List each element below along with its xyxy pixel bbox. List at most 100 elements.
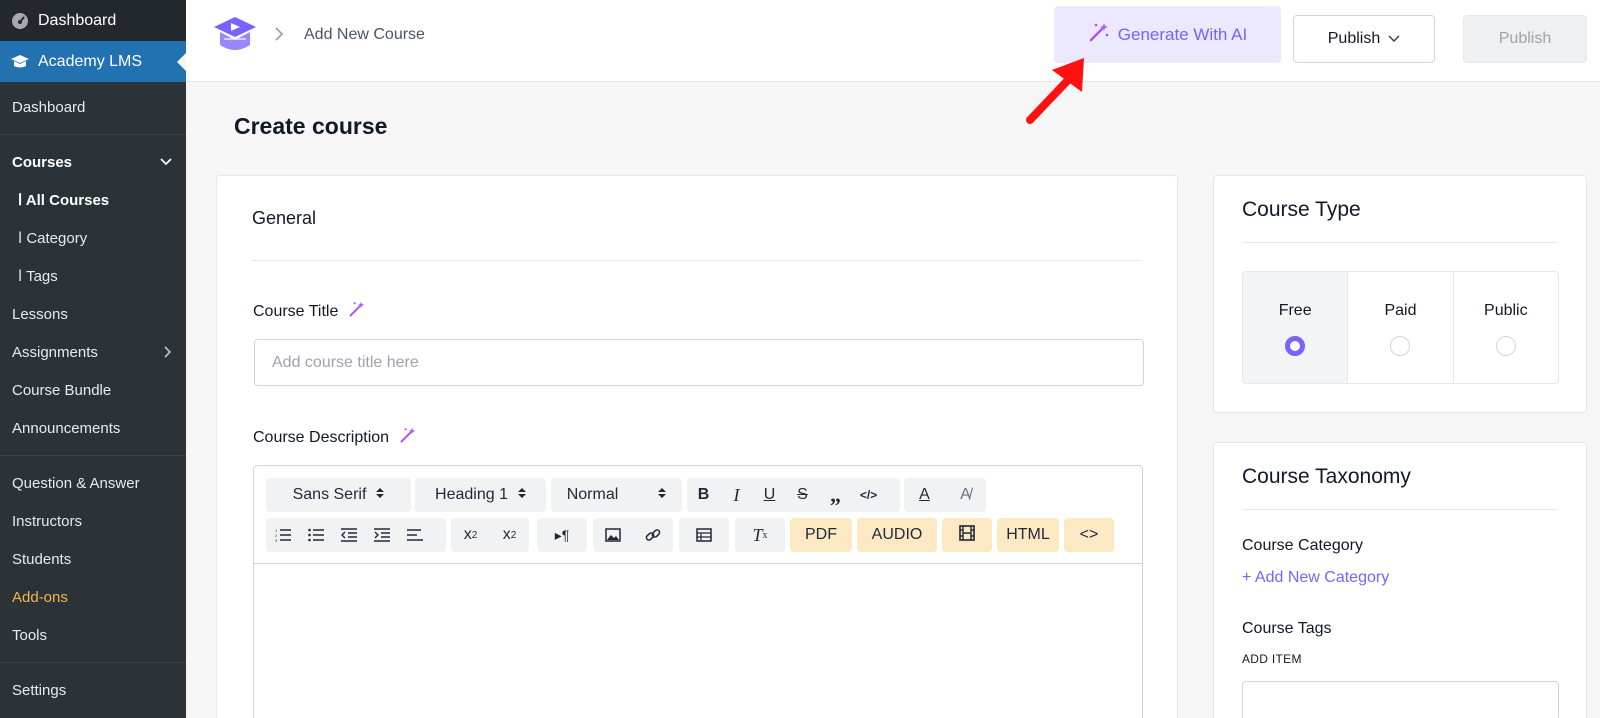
sidebar-item-course-bundle[interactable]: Course Bundle [0, 371, 186, 409]
course-type-free-label: Free [1278, 302, 1312, 319]
course-description-label: Course Description [253, 426, 417, 449]
magic-wand-icon[interactable] [348, 300, 366, 323]
sidebar-item-label: Add-ons [12, 588, 68, 606]
sidebar-item-question-answer[interactable]: Question & Answer [0, 464, 186, 502]
publish-label: Publish [1498, 30, 1552, 47]
list-group: 123 [266, 518, 446, 552]
sidebar-item-all-courses[interactable]: ⅼ All Courses [0, 181, 186, 219]
sidebar-item-announcements[interactable]: Announcements [0, 409, 186, 447]
sidebar-item-label: Lessons [12, 305, 68, 323]
superscript-icon[interactable]: x2 [490, 518, 529, 552]
bullet-list-icon[interactable] [299, 518, 332, 552]
font-family-select[interactable]: Sans Serif [266, 478, 411, 512]
generate-with-ai-button[interactable]: Generate With AI [1054, 6, 1281, 63]
magic-wand-icon[interactable] [399, 426, 417, 449]
editor-content-area[interactable] [254, 564, 1142, 718]
updown-icon [376, 486, 385, 504]
sidebar-item-instructors[interactable]: Instructors [0, 502, 186, 540]
sidebar-submenu: Dashboard Courses ⅼ All Courses ⅼ Catego… [0, 82, 186, 718]
course-type-paid[interactable]: Paid [1348, 272, 1454, 383]
italic-icon[interactable]: I [720, 478, 753, 512]
academy-logo-icon[interactable] [212, 15, 258, 57]
color-group: A A̸ [904, 478, 986, 512]
sidebar-item-label: Dashboard [12, 98, 86, 116]
text-color-icon[interactable]: A [904, 478, 945, 512]
clear-formatting-icon[interactable]: Tx [735, 518, 785, 552]
pdf-embed-button[interactable]: PDF [790, 518, 852, 552]
outdent-icon[interactable] [332, 518, 365, 552]
divider [1242, 509, 1558, 510]
heading-select[interactable]: Heading 1 [415, 478, 546, 512]
sidebar-item-lessons[interactable]: Lessons [0, 295, 186, 333]
page-title: Create course [234, 113, 388, 139]
course-title-input[interactable] [254, 339, 1144, 386]
course-tags-input[interactable] [1242, 681, 1559, 718]
sidebar-item-students[interactable]: Students [0, 540, 186, 578]
course-type-paid-label: Paid [1384, 302, 1417, 319]
indent-icon[interactable] [365, 518, 398, 552]
course-category-label: Course Category [1242, 537, 1363, 554]
graduation-cap-icon [10, 52, 30, 72]
strikethrough-icon[interactable]: S [786, 478, 819, 512]
radio-checked-icon[interactable] [1285, 336, 1306, 356]
chevron-down-icon [160, 143, 172, 181]
sidebar-item-settings[interactable]: Settings [0, 671, 186, 709]
sidebar-item-label: ⅼ Tags [18, 268, 58, 285]
html-label: HTML [1006, 526, 1050, 543]
source-code-button[interactable]: <> [1064, 518, 1114, 552]
text-direction-icon[interactable]: ▸¶ [537, 518, 587, 552]
image-icon[interactable] [593, 518, 633, 552]
sidebar-academy-lms[interactable]: Academy LMS [0, 41, 186, 82]
bold-icon[interactable]: B [687, 478, 720, 512]
table-icon[interactable] [679, 518, 729, 552]
course-title-label-text: Course Title [253, 302, 339, 320]
font-family-value: Sans Serif [292, 486, 367, 503]
media-group [593, 518, 673, 552]
course-description-label-text: Course Description [253, 428, 390, 446]
course-taxonomy-card: Course Taxonomy Course Category + Add Ne… [1213, 442, 1587, 718]
direction-group: ▸¶ [537, 518, 587, 552]
course-type-card: Course Type Free Paid Public [1213, 175, 1587, 413]
ordered-list-icon[interactable]: 123 [266, 518, 299, 552]
course-type-options: Free Paid Public [1242, 271, 1559, 384]
blockquote-icon[interactable]: „ [819, 478, 852, 512]
sidebar-item-label: Assignments [12, 343, 98, 361]
publish-button[interactable]: Publish [1463, 15, 1587, 63]
link-icon[interactable] [633, 518, 673, 552]
font-size-select[interactable]: Normal [551, 478, 682, 512]
audio-embed-button[interactable]: AUDIO [857, 518, 937, 552]
sidebar-dashboard-top-label: Dashboard [38, 11, 117, 29]
radio-unchecked-icon[interactable] [1390, 336, 1411, 356]
course-type-free[interactable]: Free [1243, 272, 1349, 383]
align-left-icon[interactable] [398, 518, 431, 552]
add-new-category-link[interactable]: + Add New Category [1242, 569, 1389, 587]
sidebar-item-assignments[interactable]: Assignments [0, 333, 186, 371]
subscript-icon[interactable]: x2 [451, 518, 490, 552]
table-group [679, 518, 729, 552]
chevron-right-icon [274, 26, 284, 47]
video-embed-button[interactable] [942, 518, 992, 552]
sidebar-item-courses[interactable]: Courses [0, 143, 186, 181]
sidebar-item-add-ons[interactable]: Add-ons [0, 578, 186, 616]
underline-icon[interactable]: U [753, 478, 786, 512]
general-card: General Course Title Course Description … [216, 175, 1178, 718]
sidebar-item-label: Courses [12, 153, 73, 171]
editor-toolbar: Sans Serif Heading 1 Normal B I U S „ </… [254, 466, 1142, 564]
sidebar-dashboard-top[interactable]: Dashboard [0, 0, 186, 41]
background-color-icon[interactable]: A̸ [945, 478, 986, 512]
sidebar-item-tools[interactable]: Tools [0, 616, 186, 654]
sidebar-item-dashboard[interactable]: Dashboard [0, 88, 186, 126]
html-embed-button[interactable]: HTML [997, 518, 1059, 552]
admin-sidebar: Dashboard Academy LMS Dashboard Courses … [0, 0, 186, 718]
sidebar-item-category[interactable]: ⅼ Category [0, 219, 186, 257]
course-type-public[interactable]: Public [1454, 272, 1558, 383]
radio-unchecked-icon[interactable] [1495, 336, 1516, 356]
code-icon[interactable]: </> [852, 478, 885, 512]
top-bar: Add New Course Generate With AI Publish … [186, 0, 1600, 82]
course-tags-label: Course Tags [1242, 620, 1332, 637]
magic-wand-icon [1088, 21, 1110, 48]
sidebar-item-tags[interactable]: ⅼ Tags [0, 257, 186, 295]
sidebar-separator [0, 134, 186, 135]
publish-dropdown-button[interactable]: Publish [1293, 15, 1435, 63]
breadcrumb: Add New Course [304, 26, 425, 43]
